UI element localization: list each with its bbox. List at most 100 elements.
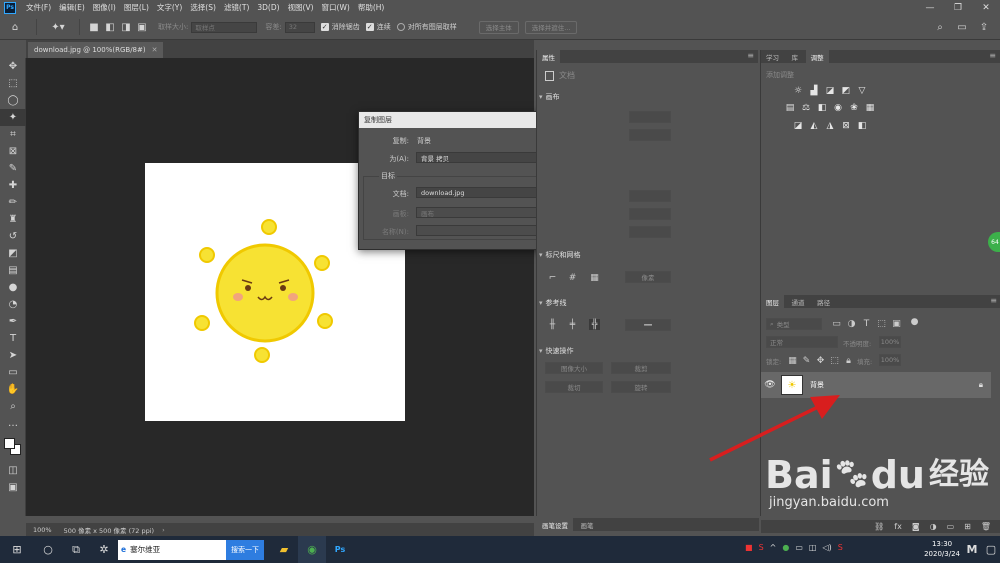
menu-window[interactable]: 窗口(W) [318, 2, 354, 13]
notification-icon[interactable]: ▢ [982, 536, 1000, 563]
intersect-selection-icon[interactable]: ▣ [134, 19, 150, 36]
status-menu-icon[interactable]: › [162, 526, 165, 534]
filter-adjust-icon[interactable]: ◑ [846, 318, 857, 329]
marquee-tool-icon[interactable]: ⬚ [0, 75, 26, 92]
paths-tab[interactable]: 路径 [812, 295, 836, 308]
tray-app-icon[interactable]: ■ [745, 543, 753, 552]
menu-image[interactable]: 图像(I) [89, 2, 120, 13]
pen-tool-icon[interactable]: ✒ [0, 313, 26, 330]
more-tools-icon[interactable]: … [0, 415, 26, 432]
tolerance-input[interactable]: 32 [284, 21, 315, 33]
menu-file[interactable]: 文件(F) [22, 2, 55, 13]
input-method-icon[interactable]: M [962, 536, 982, 563]
blur-tool-icon[interactable]: ● [0, 279, 26, 296]
menu-3d[interactable]: 3D(D) [253, 3, 283, 12]
brushes-tab[interactable]: 画笔 [575, 518, 599, 531]
adjustments-menu-icon[interactable]: ≡ [989, 51, 996, 60]
grid-icon[interactable]: # [567, 272, 578, 283]
guide-left-icon[interactable]: ╫ [547, 319, 558, 330]
menu-help[interactable]: 帮助(H) [354, 2, 389, 13]
minimize-icon[interactable]: — [916, 0, 944, 15]
invert-icon[interactable]: ◪ [793, 121, 803, 131]
sample-all-checkbox[interactable] [396, 23, 405, 31]
menu-type[interactable]: 文字(Y) [153, 2, 186, 13]
dodge-tool-icon[interactable]: ◔ [0, 296, 26, 313]
contiguous-checkbox[interactable]: ✓ [365, 23, 374, 31]
panel-menu-icon[interactable]: ≡ [747, 51, 754, 60]
healing-brush-icon[interactable]: ✚ [0, 177, 26, 194]
rectangle-tool-icon[interactable]: ▭ [0, 364, 26, 381]
photoshop-taskbar-icon[interactable]: Ps [326, 536, 354, 563]
crop-button[interactable]: 裁剪 [611, 362, 671, 374]
filter-pixel-icon[interactable]: ▭ [831, 318, 842, 329]
sample-size-select[interactable]: 取样点 [191, 21, 258, 33]
hue-saturation-icon[interactable]: ▤ [785, 103, 795, 113]
exposure-icon[interactable]: ◩ [841, 86, 851, 96]
guides-section-header[interactable]: 参考线 [539, 298, 567, 308]
volume-icon[interactable]: ◁) [822, 543, 831, 552]
ruler-icon[interactable]: ⌐ [547, 272, 558, 283]
ruler-section-header[interactable]: 标尺和网格 [539, 250, 581, 260]
adjustments-tab[interactable]: 调整 [805, 50, 829, 63]
posterize-icon[interactable]: ◭ [809, 121, 819, 131]
select-and-mask-button[interactable]: 选择并遮住... [524, 20, 578, 34]
trim-button[interactable]: 裁切 [545, 381, 603, 393]
document-tab[interactable]: download.jpg @ 100%(RGB/8#) ✕ [28, 42, 164, 58]
brush-tool-icon[interactable]: ✏ [0, 194, 26, 211]
opacity-input[interactable]: 100% [879, 336, 901, 348]
share-icon[interactable]: ⇪ [974, 19, 994, 36]
screen-mode-icon[interactable]: ▣ [0, 479, 26, 496]
anti-alias-checkbox[interactable]: ✓ [320, 23, 329, 31]
image-size-button[interactable]: 图像大小 [545, 362, 603, 374]
photo-filter-icon[interactable]: ◉ [833, 103, 843, 113]
frame-tool-icon[interactable]: ⊠ [0, 143, 26, 160]
network-icon[interactable]: ◫ [809, 543, 817, 552]
lock-artboard-icon[interactable]: ⬚ [829, 355, 840, 366]
close-tab-icon[interactable]: ✕ [152, 46, 158, 54]
selective-color-icon[interactable]: ⊠ [841, 121, 851, 131]
clone-stamp-icon[interactable]: ♜ [0, 211, 26, 228]
subtract-selection-icon[interactable]: ◨ [118, 19, 134, 36]
home-icon[interactable]: ⌂ [0, 19, 30, 36]
hand-tool-icon[interactable]: ✋ [0, 381, 26, 398]
lock-position-icon[interactable]: ✥ [815, 355, 826, 366]
eraser-tool-icon[interactable]: ◩ [0, 245, 26, 262]
filter-smart-icon[interactable]: ▣ [891, 318, 902, 329]
guide-center-icon[interactable]: ╪ [567, 319, 578, 330]
gradient-map-icon[interactable]: ◧ [857, 121, 867, 131]
canvas-section-header[interactable]: 画布 [539, 92, 560, 102]
brightness-icon[interactable]: ☼ [793, 86, 803, 96]
taskbar-clock[interactable]: 13:30 2020/3/24 [924, 539, 960, 559]
menu-filter[interactable]: 滤镜(T) [220, 2, 253, 13]
close-window-icon[interactable]: ✕ [972, 0, 1000, 15]
blend-mode-select[interactable]: 正常 [766, 336, 838, 348]
learn-tab[interactable]: 学习 [761, 50, 784, 63]
battery-icon[interactable]: ▭ [795, 543, 803, 552]
fill-input[interactable]: 100% [879, 354, 901, 366]
lock-all-icon[interactable]: 🔒︎ [843, 355, 854, 366]
curves-icon[interactable]: ◪ [825, 86, 835, 96]
magic-wand-tool-icon[interactable]: ✦ [0, 109, 26, 126]
crop-tool-icon[interactable]: ⌗ [0, 126, 26, 143]
libraries-tab[interactable]: 库 [786, 50, 804, 63]
filter-toggle-icon[interactable]: ● [909, 316, 920, 327]
move-tool-icon[interactable]: ✥ [0, 58, 26, 75]
color-swatches-icon[interactable] [0, 432, 26, 462]
filter-shape-icon[interactable]: ⬚ [876, 318, 887, 329]
threshold-icon[interactable]: ◮ [825, 121, 835, 131]
properties-tab[interactable]: 属性 [537, 50, 560, 63]
black-white-icon[interactable]: ◧ [817, 103, 827, 113]
levels-icon[interactable]: ▟ [809, 86, 819, 96]
menu-edit[interactable]: 编辑(E) [55, 2, 89, 13]
zoom-level[interactable]: 100% [33, 526, 52, 534]
select-subject-button[interactable]: 选择主体 [478, 20, 519, 34]
brush-settings-tab[interactable]: 画笔设置 [537, 518, 573, 531]
chrome-icon[interactable]: ◉ [298, 536, 326, 563]
windows-start-icon[interactable]: ⊞ [0, 536, 34, 563]
taskbar-search-input[interactable]: e 塞尔维亚 [118, 539, 226, 560]
file-explorer-icon[interactable]: ▰ [270, 536, 298, 563]
rotate-button[interactable]: 旋转 [611, 381, 671, 393]
menu-layer[interactable]: 图层(L) [120, 2, 153, 13]
quick-actions-header[interactable]: 快速操作 [539, 346, 574, 356]
layers-menu-icon[interactable]: ≡ [990, 296, 997, 305]
